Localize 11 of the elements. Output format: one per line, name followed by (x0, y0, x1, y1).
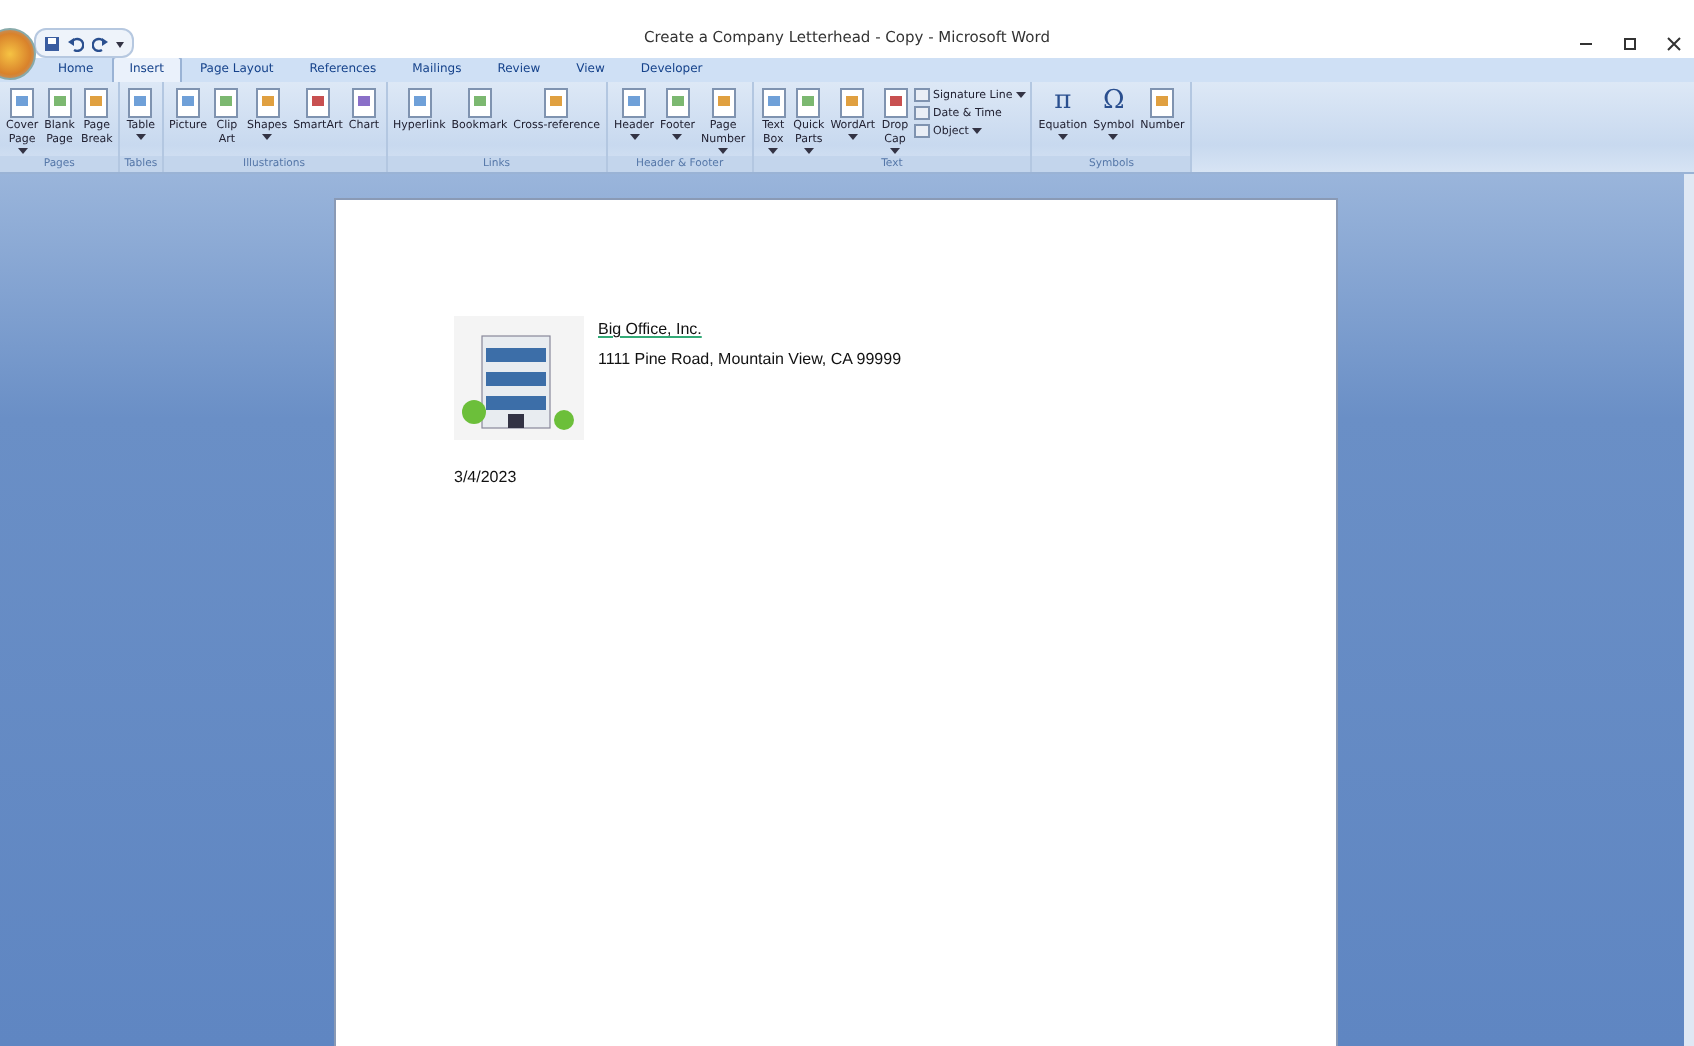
customize-caret-icon[interactable] (116, 37, 124, 49)
company-name: Big Office, Inc. (598, 320, 704, 338)
save-icon[interactable] (44, 35, 60, 51)
vertical-scrollbar[interactable] (1684, 174, 1694, 1046)
undo-icon[interactable] (68, 35, 84, 51)
office-building-drawing (454, 316, 584, 440)
company-address: 1111 Pine Road, Mountain View, CA 99999 (598, 350, 902, 368)
close-icon[interactable] (1666, 35, 1682, 51)
redo-icon[interactable] (92, 35, 108, 51)
maximize-icon[interactable] (1622, 35, 1638, 51)
letter-date: 3/4/2023 (454, 468, 519, 486)
